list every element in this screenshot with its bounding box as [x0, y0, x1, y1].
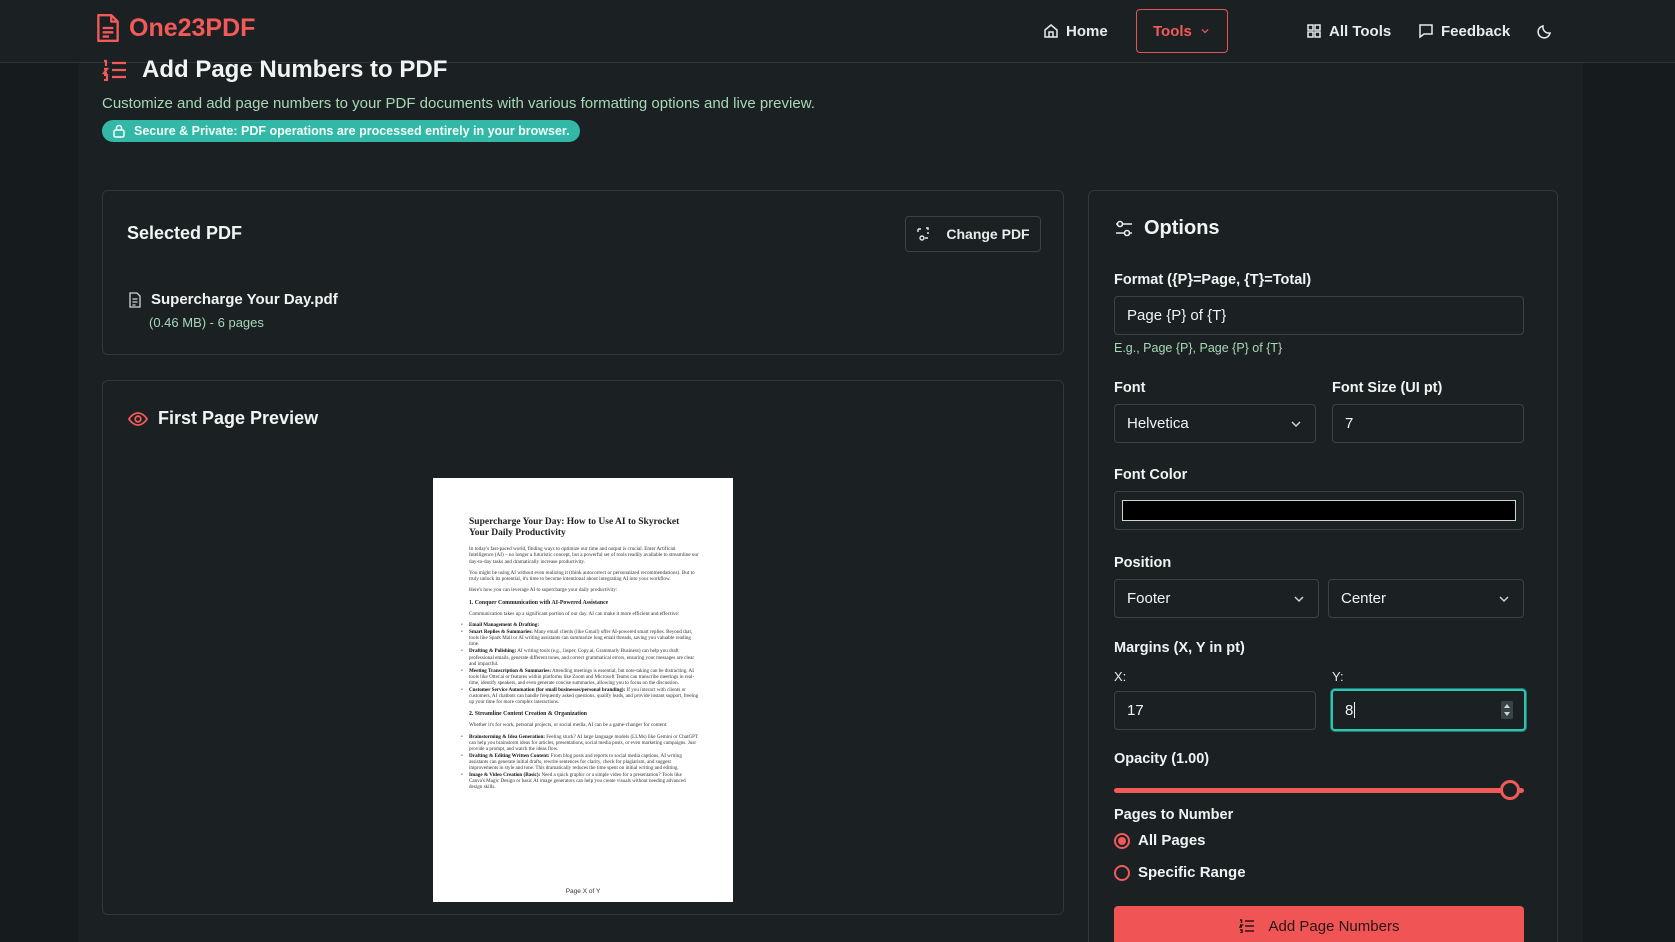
format-input[interactable]: Page {P} of {T}	[1114, 296, 1524, 335]
preview-header: First Page Preview	[128, 408, 318, 429]
chevron-down-icon	[1499, 595, 1509, 602]
nav-feedback[interactable]: Feedback	[1418, 9, 1510, 53]
selected-pdf-title: Selected PDF	[127, 223, 243, 243]
format-label: Format ({P}=Page, {T}=Total)	[1114, 272, 1312, 288]
font-select[interactable]: Helvetica	[1114, 404, 1316, 443]
selected-file: Supercharge Your Day.pdf	[128, 291, 338, 308]
message-icon	[1419, 24, 1433, 39]
radio-indicator	[1114, 832, 1130, 849]
file-meta: (0.46 MB) - 6 pages	[149, 315, 264, 330]
page-subtitle: Customize and add page numbers to your P…	[102, 95, 815, 112]
position-horizontal-select[interactable]: Center	[1328, 579, 1524, 618]
color-swatch	[1122, 500, 1516, 521]
text-cursor	[1354, 702, 1356, 718]
font-label: Font	[1114, 380, 1146, 396]
list-item: Image & Video Creation (Basic): Need a q…	[461, 772, 699, 790]
selected-pdf-card: Selected PDF Change PDF Supercharge Your…	[102, 190, 1064, 355]
options-card: Options Format ({P}=Page, {T}=Total) Pag…	[1088, 190, 1558, 942]
margins-label: Margins (X, Y in pt)	[1114, 640, 1245, 656]
add-page-numbers-button[interactable]: Add Page Numbers	[1114, 906, 1524, 942]
format-hint: E.g., Page {P}, Page {P} of {T}	[1114, 341, 1283, 355]
secure-badge: Secure & Private: PDF operations are pro…	[102, 120, 580, 142]
document-icon	[97, 13, 119, 43]
opacity-slider-track[interactable]	[1114, 788, 1524, 793]
position-label: Position	[1114, 555, 1172, 571]
nav-all-tools[interactable]: All Tools	[1306, 9, 1391, 53]
doc-title: Supercharge Your Day: How to Use AI to S…	[469, 517, 680, 538]
chevron-down-icon	[1291, 420, 1301, 427]
nav-home[interactable]: Home	[1043, 9, 1108, 53]
theme-toggle[interactable]	[1537, 9, 1553, 53]
opacity-label: Opacity (1.00)	[1114, 751, 1210, 767]
radio-indicator	[1114, 864, 1130, 881]
eye-icon	[128, 411, 148, 426]
pages-label: Pages to Number	[1114, 807, 1234, 823]
app-header: One23PDF Home Tools All Tools Feedback	[0, 0, 1675, 63]
file-name: Supercharge Your Day.pdf	[151, 291, 338, 308]
section2-list: Brainstorming & Idea Generation: Feeling…	[461, 734, 699, 791]
list-ordered-icon	[1238, 919, 1254, 933]
margin-x-input[interactable]: 17	[1114, 691, 1316, 730]
brand-name: One23PDF	[129, 13, 256, 42]
list-item: Drafting & Polishing: AI writing tools (…	[461, 648, 699, 666]
page-title: Add Page Numbers to PDF	[102, 56, 447, 84]
change-pdf-button[interactable]: Change PDF	[905, 216, 1041, 252]
brand-logo[interactable]: One23PDF	[95, 13, 255, 43]
opacity-slider-thumb[interactable]	[1500, 780, 1520, 800]
moon-icon	[1537, 25, 1551, 39]
chevron-down-icon	[1294, 595, 1304, 602]
list-item: Smart Replies & Summaries: Many email cl…	[461, 629, 699, 647]
lock-icon	[113, 124, 125, 138]
font-size-input[interactable]: 7	[1332, 404, 1524, 443]
radio-specific-range[interactable]: Specific Range	[1114, 864, 1246, 881]
margin-x-label: X:	[1114, 669, 1127, 684]
spinner-arrows-icon[interactable]	[1501, 701, 1513, 719]
file-text-icon	[129, 291, 141, 308]
preview-card: First Page Preview Supercharge Your Day:…	[102, 380, 1064, 915]
margin-y-label: Y:	[1332, 669, 1344, 684]
chevron-down-icon	[1201, 29, 1209, 34]
nav-tools-dropdown[interactable]: Tools	[1136, 9, 1228, 53]
font-color-picker[interactable]	[1114, 491, 1524, 530]
margin-y-input[interactable]: 8	[1331, 689, 1526, 731]
page-number-footer: Page X of Y	[565, 888, 601, 895]
list-item: Drafting & Editing Written Content: From…	[461, 753, 699, 771]
list-ordered-icon	[102, 59, 126, 81]
font-size-label: Font Size (UI pt)	[1332, 380, 1443, 396]
pdf-preview-page: Supercharge Your Day: How to Use AI to S…	[433, 478, 733, 902]
list-item: Brainstorming & Idea Generation: Feeling…	[461, 734, 699, 752]
list-item: Email Management & Drafting:	[461, 622, 699, 628]
grid-icon	[1307, 24, 1321, 38]
font-color-label: Font Color	[1114, 467, 1188, 483]
options-header: Options	[1114, 217, 1220, 240]
list-item: Customer Service Automation (for small b…	[461, 687, 699, 705]
section1-list: Email Management & Drafting: Smart Repli…	[461, 622, 699, 705]
radio-all-pages[interactable]: All Pages	[1114, 832, 1206, 849]
list-item: Meeting Transcription & Summaries: Atten…	[461, 668, 699, 686]
position-vertical-select[interactable]: Footer	[1114, 579, 1319, 618]
file-swap-icon	[917, 227, 930, 241]
sliders-icon	[1116, 220, 1132, 236]
home-icon	[1044, 24, 1058, 38]
